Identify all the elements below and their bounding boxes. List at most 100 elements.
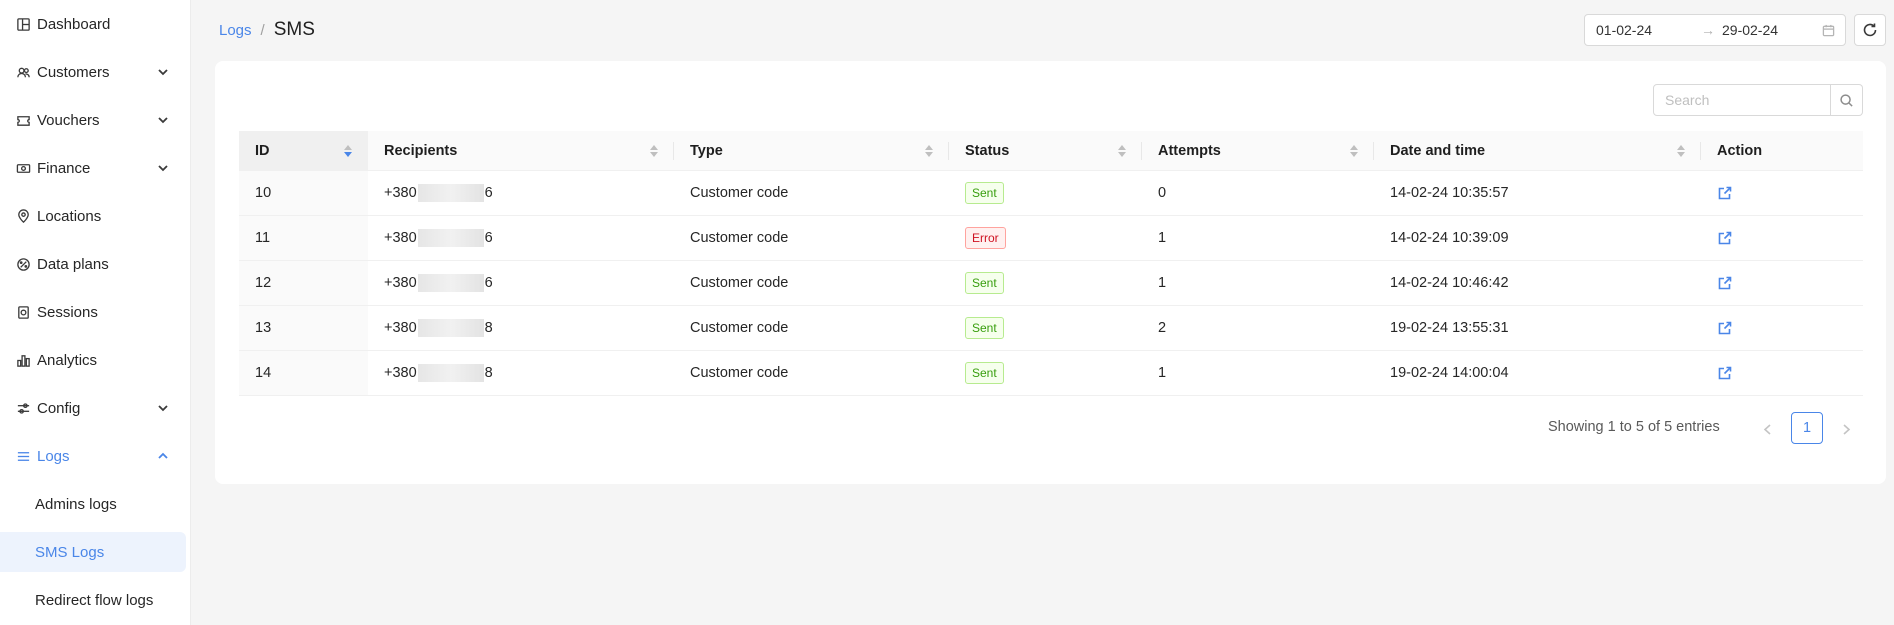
breadcrumb-separator: / [260, 22, 265, 39]
sidebar-item-locations[interactable]: Locations [0, 196, 191, 236]
search-input[interactable] [1653, 84, 1831, 116]
cell-recipient: +380 8 [368, 306, 674, 350]
sidebar-subitem-label: SMS Logs [35, 543, 105, 561]
column-header-recipients[interactable]: Recipients [368, 131, 674, 170]
sort-icon [1350, 143, 1358, 159]
column-header-type[interactable]: Type [674, 131, 949, 170]
cell-status: Sent [949, 306, 1142, 350]
cell-action [1701, 216, 1863, 260]
sidebar-item-data-plans[interactable]: Data plans [0, 244, 191, 284]
redaction-mask [417, 364, 484, 382]
sidebar-item-label: Finance [37, 159, 91, 177]
column-header-attempts[interactable]: Attempts [1142, 131, 1374, 170]
page-title: SMS [273, 19, 315, 40]
recipient-prefix: +380 [384, 230, 417, 246]
column-header-label: Recipients [384, 142, 458, 159]
column-header-label: Action [1717, 142, 1763, 159]
sidebar-subitem-sms-logs[interactable]: SMS Logs [0, 532, 186, 572]
table-row: 12 +380 6 Customer code Sent 1 14-02-24 1… [239, 261, 1863, 306]
chevron-down-icon [157, 113, 169, 125]
breadcrumb-link-logs[interactable]: Logs [219, 22, 252, 39]
redaction-mask [417, 319, 484, 337]
search-button[interactable] [1831, 84, 1863, 116]
external-link-icon[interactable] [1717, 185, 1733, 201]
refresh-button[interactable] [1854, 14, 1886, 46]
sort-icon [1118, 143, 1126, 159]
chevron-left-icon [1763, 423, 1772, 435]
recipient-prefix: +380 [384, 185, 417, 201]
table-row: 10 +380 6 Customer code Sent 0 14-02-24 1… [239, 171, 1863, 216]
cell-type: Customer code [690, 320, 789, 336]
sidebar-item-customers[interactable]: Customers [0, 52, 191, 92]
chevron-up-icon [157, 449, 169, 461]
sliders-icon [15, 400, 31, 416]
redaction-mask [417, 274, 484, 292]
recipient-suffix: 6 [484, 275, 493, 291]
sidebar-item-finance[interactable]: Finance [0, 148, 191, 188]
external-link-icon[interactable] [1717, 320, 1733, 336]
column-header-date-and-time[interactable]: Date and time [1374, 131, 1701, 170]
sidebar-subitem-redirect-flow-logs[interactable]: Redirect flow logs [0, 580, 191, 620]
dashboard-icon [15, 16, 31, 32]
cell-id: 11 [239, 216, 368, 260]
sidebar-item-label: Sessions [37, 303, 98, 321]
sidebar-item-label: Dashboard [37, 15, 111, 33]
pagination-next-button[interactable] [1838, 421, 1854, 437]
pagination-prev-button[interactable] [1759, 421, 1775, 437]
external-link-icon[interactable] [1717, 230, 1733, 246]
date-range-end[interactable]: 29-02-24 [1722, 22, 1778, 38]
cell-id: 14 [239, 351, 368, 395]
column-header-id[interactable]: ID [239, 131, 368, 170]
sidebar-item-vouchers[interactable]: Vouchers [0, 100, 191, 140]
sms-logs-table: ID Recipients Type Status Attempts Date … [239, 131, 1863, 396]
cell-attempts: 1 [1158, 365, 1167, 381]
column-header-status[interactable]: Status [949, 131, 1142, 170]
sidebar-item-dashboard[interactable]: Dashboard [0, 4, 191, 44]
external-link-icon[interactable] [1717, 275, 1733, 291]
finance-icon [15, 160, 31, 176]
pagination-page-1[interactable]: 1 [1791, 412, 1823, 444]
date-range-picker[interactable]: 01-02-24 → 29-02-24 [1584, 14, 1846, 46]
cell-type: Customer code [690, 230, 789, 246]
chevron-right-icon [1842, 423, 1851, 435]
cell-recipient: +380 8 [368, 351, 674, 395]
external-link-icon[interactable] [1717, 365, 1733, 381]
sidebar-item-label: Analytics [37, 351, 98, 369]
breadcrumb: Logs / SMS [219, 19, 315, 41]
sidebar-item-label: Customers [37, 63, 110, 81]
sidebar-item-label: Data plans [37, 255, 109, 273]
sidebar-item-label: Logs [37, 447, 70, 465]
column-header-label: ID [255, 142, 270, 159]
data-plans-icon [15, 256, 31, 272]
recipient-prefix: +380 [384, 320, 417, 336]
cell-action [1701, 306, 1863, 350]
cell-id: 10 [239, 171, 368, 215]
status-badge: Sent [965, 182, 1004, 204]
recipient-suffix: 6 [484, 230, 493, 246]
sidebar-item-config[interactable]: Config [0, 388, 191, 428]
column-header-label: Type [690, 142, 723, 159]
sidebar-item-logs[interactable]: Logs [0, 436, 191, 476]
date-range-start[interactable]: 01-02-24 [1596, 22, 1652, 38]
sidebar-item-sessions[interactable]: Sessions [0, 292, 191, 332]
sidebar: Dashboard Customers Vouchers Finance Loc… [0, 0, 191, 625]
redaction-mask [417, 229, 484, 247]
chevron-down-icon [157, 65, 169, 77]
sessions-icon [15, 304, 31, 320]
sidebar-item-analytics[interactable]: Analytics [0, 340, 191, 380]
status-badge: Sent [965, 317, 1004, 339]
customers-icon [15, 64, 31, 80]
sidebar-subitem-admins-logs[interactable]: Admins logs [0, 484, 191, 524]
cell-type: Customer code [690, 185, 789, 201]
cell-action [1701, 261, 1863, 305]
cell-id: 12 [239, 261, 368, 305]
cell-status: Sent [949, 261, 1142, 305]
cell-recipient: +380 6 [368, 216, 674, 260]
recipient-suffix: 8 [484, 365, 493, 381]
chevron-down-icon [157, 161, 169, 173]
voucher-icon [15, 112, 31, 128]
recipient-prefix: +380 [384, 275, 417, 291]
status-badge: Sent [965, 272, 1004, 294]
date-range-arrow: → [1701, 22, 1715, 38]
table-header: ID Recipients Type Status Attempts Date … [239, 131, 1863, 171]
